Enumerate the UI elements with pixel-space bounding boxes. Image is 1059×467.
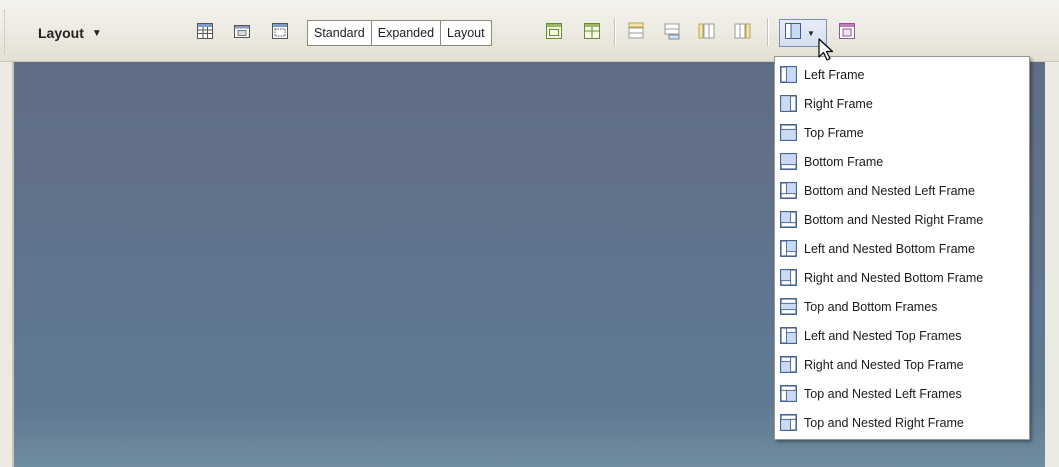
layout-table-icon[interactable] [545,22,563,40]
insert-toolbar: Layout ▼ Standard Expanded Layout ▼ [0,0,1059,62]
frames-menu-item-label: Top and Nested Right Frame [804,415,964,430]
app-window: Layout ▼ Standard Expanded Layout ▼ Left… [0,0,1059,467]
frames-menu-item-label: Left and Nested Bottom Frame [804,241,975,256]
draw-layer-icon[interactable] [271,22,289,40]
left-frame-icon [784,22,802,45]
standard-mode-button[interactable]: Standard [308,21,372,45]
document-margin-right [1045,62,1059,467]
left-nested-bottom-frame-icon [779,239,798,258]
expanded-mode-button[interactable]: Expanded [371,21,442,45]
frames-menu-item-label: Left Frame [804,67,865,82]
frames-menu-item-label: Bottom and Nested Left Frame [804,183,975,198]
frames-menu-item[interactable]: Left and Nested Bottom Frame [775,234,1029,263]
top-frame-icon [779,123,798,142]
top-bottom-frames-icon [779,297,798,316]
frames-dropdown-button[interactable]: ▼ [779,19,827,47]
bottom-nested-left-frame-icon [779,181,798,200]
frames-menu-item-label: Right and Nested Bottom Frame [804,270,984,285]
frames-menu-item[interactable]: Bottom and Nested Left Frame [775,176,1029,205]
frames-menu-item[interactable]: Top and Nested Left Frames [775,379,1029,408]
frames-menu-item[interactable]: Right and Nested Top Frame [775,350,1029,379]
frames-menu-item-label: Bottom and Nested Right Frame [804,212,984,227]
top-nested-right-frame-icon [779,413,798,432]
bottom-nested-right-frame-icon [779,210,798,229]
left-frame-icon [779,65,798,84]
bottom-frame-icon [779,152,798,171]
layout-menu-label: Layout [38,25,84,41]
insert-row-above-icon[interactable] [627,22,645,40]
frames-menu-item-label: Top and Nested Left Frames [804,386,962,401]
toolbar-separator [614,18,616,46]
frames-menu-item[interactable]: Left and Nested Top Frames [775,321,1029,350]
insert-column-right-icon[interactable] [733,22,751,40]
left-nested-top-frames-icon [779,326,798,345]
right-nested-bottom-frame-icon [779,268,798,287]
insert-row-below-icon[interactable] [663,22,681,40]
frames-menu-item-label: Right and Nested Top Frame [804,357,964,372]
frames-menu-item[interactable]: Top Frame [775,118,1029,147]
frames-menu: Left Frame Right Frame Top Frame Bottom Fra… [774,56,1030,440]
frames-menu-item[interactable]: Top and Nested Right Frame [775,408,1029,437]
toolbar-grip[interactable] [4,10,8,54]
document-margin-left [0,62,12,467]
insert-column-left-icon[interactable] [698,22,716,40]
frames-menu-item-label: Bottom Frame [804,154,884,169]
layout-mode-button[interactable]: Layout [441,21,491,45]
frames-menu-item-label: Right Frame [804,96,873,111]
frames-menu-item[interactable]: Bottom and Nested Right Frame [775,205,1029,234]
top-nested-left-frames-icon [779,384,798,403]
right-frame-icon [779,94,798,113]
frames-menu-item[interactable]: Right and Nested Bottom Frame [775,263,1029,292]
view-mode-switcher: Standard Expanded Layout [307,20,492,46]
iframe-icon[interactable] [838,22,856,40]
frames-menu-item[interactable]: Bottom Frame [775,147,1029,176]
layout-cell-icon[interactable] [583,22,601,40]
frames-menu-item-label: Top Frame [804,125,864,140]
frames-menu-item-label: Left and Nested Top Frames [804,328,962,343]
frames-menu-item[interactable]: Left Frame [775,60,1029,89]
frames-menu-item[interactable]: Top and Bottom Frames [775,292,1029,321]
frames-menu-item[interactable]: Right Frame [775,89,1029,118]
chevron-down-icon: ▼ [807,28,815,38]
chevron-down-icon: ▼ [91,27,102,39]
frames-menu-item-label: Top and Bottom Frames [804,299,938,314]
toolbar-separator [767,18,769,46]
right-nested-top-frame-icon [779,355,798,374]
layer-icon[interactable] [233,22,251,40]
layout-category-menu[interactable]: Layout ▼ [38,25,102,41]
table-icon[interactable] [196,22,214,40]
